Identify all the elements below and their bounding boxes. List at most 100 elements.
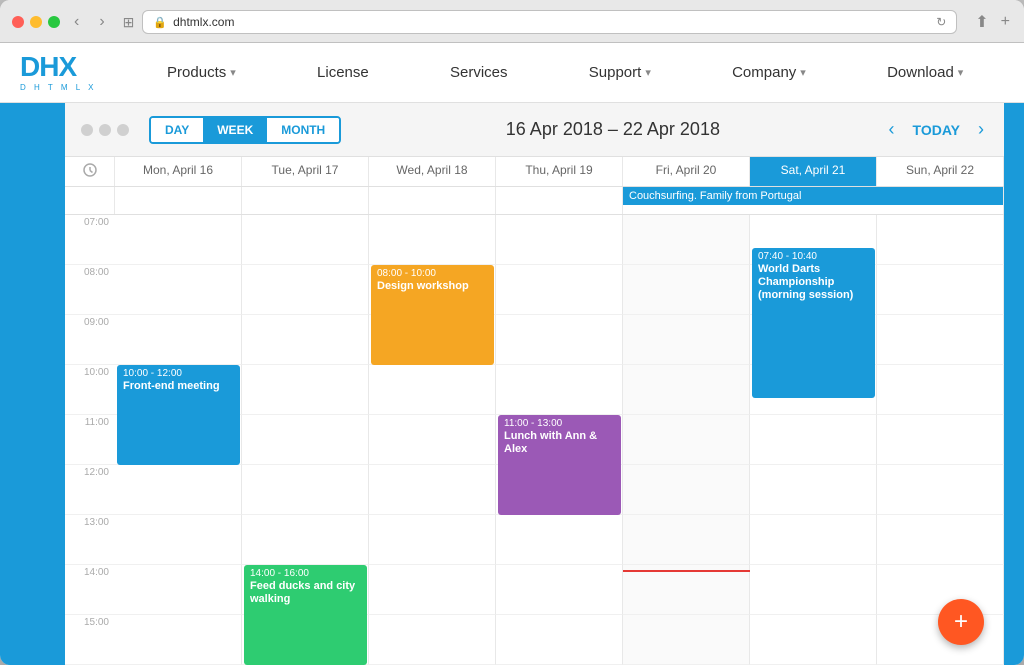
time-cell-7-0[interactable] xyxy=(115,565,242,615)
time-cell-3-6[interactable] xyxy=(877,365,1004,415)
time-cell-2-1[interactable] xyxy=(242,315,369,365)
time-cell-8-4[interactable] xyxy=(623,615,750,665)
time-cell-4-5[interactable] xyxy=(750,415,877,465)
time-cell-7-1[interactable] xyxy=(242,565,369,615)
today-button[interactable]: TODAY xyxy=(905,118,968,142)
time-cell-0-5[interactable] xyxy=(750,215,877,265)
next-week-button[interactable]: › xyxy=(974,115,988,144)
browser-chrome: ‹ › ⊞ 🔒 dhtmlx.com ↻ ⬆ + xyxy=(0,0,1024,43)
time-label-0: 07:00 xyxy=(65,215,115,265)
time-cell-8-3[interactable] xyxy=(496,615,623,665)
time-cell-0-4[interactable] xyxy=(623,215,750,265)
refresh-icon[interactable]: ↻ xyxy=(936,15,946,29)
time-cell-5-3[interactable] xyxy=(496,465,623,515)
all-day-mon xyxy=(115,187,242,214)
time-label-7: 14:00 xyxy=(65,565,115,615)
time-cell-0-6[interactable] xyxy=(877,215,1004,265)
nav-download[interactable]: Download ▾ xyxy=(875,56,975,89)
time-cell-7-4[interactable] xyxy=(623,565,750,615)
site-logo[interactable]: DHX D H T M L X xyxy=(20,53,96,92)
time-cell-5-5[interactable] xyxy=(750,465,877,515)
all-day-row: Couchsurfing. Family from Portugal xyxy=(65,187,1004,215)
time-cell-7-6[interactable] xyxy=(877,565,1004,615)
couchsurfing-event[interactable]: Couchsurfing. Family from Portugal xyxy=(623,187,1003,205)
back-button[interactable]: ‹ xyxy=(68,11,85,33)
time-cell-1-1[interactable] xyxy=(242,265,369,315)
window-dot-1 xyxy=(81,124,93,136)
time-cell-5-4[interactable] xyxy=(623,465,750,515)
time-cell-6-2[interactable] xyxy=(369,515,496,565)
time-cell-1-4[interactable] xyxy=(623,265,750,315)
time-cell-0-0[interactable] xyxy=(115,215,242,265)
time-cell-4-6[interactable] xyxy=(877,415,1004,465)
tab-week[interactable]: WEEK xyxy=(203,118,267,142)
time-cell-6-0[interactable] xyxy=(115,515,242,565)
tab-month[interactable]: MONTH xyxy=(267,118,339,142)
time-cell-1-0[interactable] xyxy=(115,265,242,315)
time-cell-1-6[interactable] xyxy=(877,265,1004,315)
time-cell-1-5[interactable] xyxy=(750,265,877,315)
time-cell-2-5[interactable] xyxy=(750,315,877,365)
time-cell-5-6[interactable] xyxy=(877,465,1004,515)
maximize-button[interactable] xyxy=(48,16,60,28)
nav-services[interactable]: Services xyxy=(438,56,520,89)
time-cell-5-0[interactable] xyxy=(115,465,242,515)
time-cell-2-3[interactable] xyxy=(496,315,623,365)
time-cell-1-2[interactable] xyxy=(369,265,496,315)
time-cell-0-3[interactable] xyxy=(496,215,623,265)
time-cell-0-1[interactable] xyxy=(242,215,369,265)
time-cell-2-4[interactable] xyxy=(623,315,750,365)
window-dot-2 xyxy=(99,124,111,136)
forward-button[interactable]: › xyxy=(93,11,110,33)
time-cell-0-2[interactable] xyxy=(369,215,496,265)
time-cell-7-5[interactable] xyxy=(750,565,877,615)
time-cell-4-3[interactable] xyxy=(496,415,623,465)
add-event-button[interactable]: + xyxy=(938,599,984,645)
browser-actions: ⬆ + xyxy=(973,10,1012,34)
time-cell-4-2[interactable] xyxy=(369,415,496,465)
time-cell-4-0[interactable] xyxy=(115,415,242,465)
site-navbar: DHX D H T M L X Products ▾ License Servi… xyxy=(0,43,1024,103)
minimize-button[interactable] xyxy=(30,16,42,28)
time-cell-6-1[interactable] xyxy=(242,515,369,565)
nav-company[interactable]: Company ▾ xyxy=(720,56,818,89)
time-cell-3-4[interactable] xyxy=(623,365,750,415)
time-cell-6-4[interactable] xyxy=(623,515,750,565)
time-cell-5-2[interactable] xyxy=(369,465,496,515)
time-cell-2-2[interactable] xyxy=(369,315,496,365)
time-cell-8-1[interactable] xyxy=(242,615,369,665)
time-cell-3-2[interactable] xyxy=(369,365,496,415)
time-cell-7-2[interactable] xyxy=(369,565,496,615)
time-cell-4-4[interactable] xyxy=(623,415,750,465)
nav-products[interactable]: Products ▾ xyxy=(155,56,248,89)
address-bar[interactable]: 🔒 dhtmlx.com ↻ xyxy=(142,10,957,34)
nav-support[interactable]: Support ▾ xyxy=(577,56,663,89)
tab-day[interactable]: DAY xyxy=(151,118,203,142)
time-cell-8-2[interactable] xyxy=(369,615,496,665)
time-cell-6-5[interactable] xyxy=(750,515,877,565)
time-cell-8-5[interactable] xyxy=(750,615,877,665)
time-label-6: 13:00 xyxy=(65,515,115,565)
time-cell-3-0[interactable] xyxy=(115,365,242,415)
close-button[interactable] xyxy=(12,16,24,28)
share-button[interactable]: ⬆ xyxy=(973,10,990,34)
time-cell-1-3[interactable] xyxy=(496,265,623,315)
new-tab-button[interactable]: + xyxy=(999,10,1012,34)
time-grid[interactable]: 07:0008:0009:0010:0011:0012:0013:0014:00… xyxy=(65,215,1004,665)
day-header-mon: Mon, April 16 xyxy=(115,157,242,186)
nav-license[interactable]: License xyxy=(305,56,381,89)
time-cell-3-5[interactable] xyxy=(750,365,877,415)
time-cell-2-6[interactable] xyxy=(877,315,1004,365)
prev-week-button[interactable]: ‹ xyxy=(885,115,899,144)
time-cell-6-3[interactable] xyxy=(496,515,623,565)
time-cell-2-0[interactable] xyxy=(115,315,242,365)
time-cell-7-3[interactable] xyxy=(496,565,623,615)
time-cell-3-1[interactable] xyxy=(242,365,369,415)
time-label-2: 09:00 xyxy=(65,315,115,365)
lock-icon: 🔒 xyxy=(153,16,167,29)
time-cell-4-1[interactable] xyxy=(242,415,369,465)
time-cell-6-6[interactable] xyxy=(877,515,1004,565)
time-cell-5-1[interactable] xyxy=(242,465,369,515)
time-cell-8-0[interactable] xyxy=(115,615,242,665)
time-cell-3-3[interactable] xyxy=(496,365,623,415)
